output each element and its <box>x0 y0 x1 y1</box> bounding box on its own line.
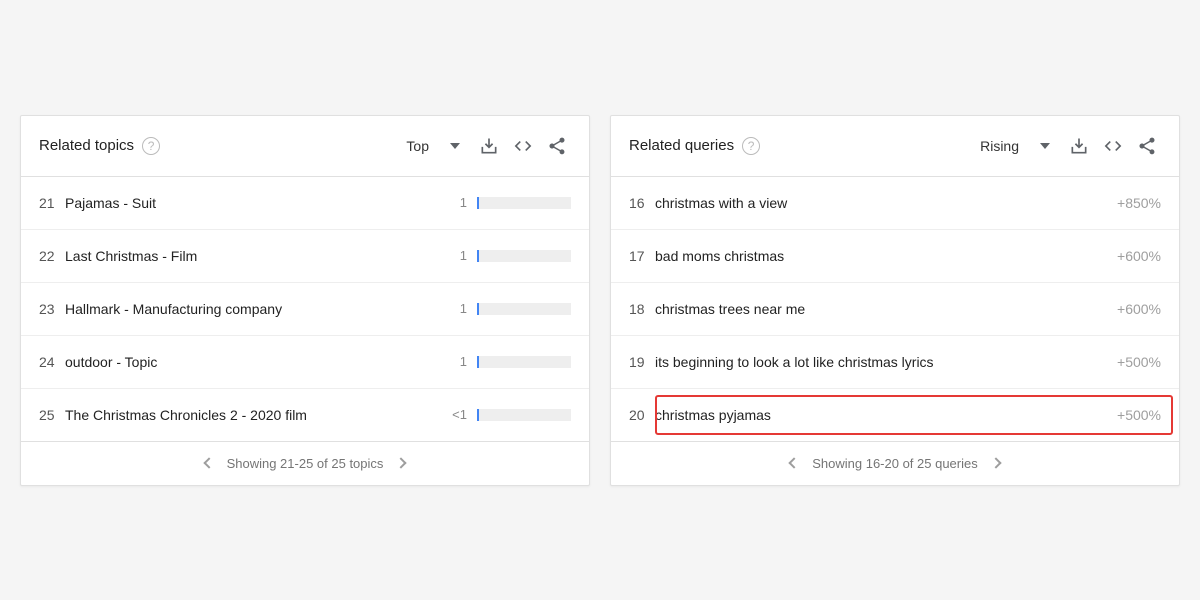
row-label: bad moms christmas <box>655 248 1117 264</box>
row-rank: 17 <box>629 248 655 264</box>
topic-row[interactable]: 24outdoor - Topic1 <box>21 336 589 389</box>
topic-row[interactable]: 25The Christmas Chronicles 2 - 2020 film… <box>21 389 589 441</box>
embed-button[interactable] <box>1099 132 1127 160</box>
next-page-button[interactable] <box>396 457 407 468</box>
topic-row[interactable]: 22Last Christmas - Film1 <box>21 230 589 283</box>
row-rank: 25 <box>39 407 65 423</box>
row-label: christmas with a view <box>655 195 1117 211</box>
share-icon <box>547 136 567 156</box>
next-page-button[interactable] <box>990 457 1001 468</box>
help-icon[interactable]: ? <box>742 137 760 155</box>
query-row[interactable]: 16christmas with a view+850% <box>611 177 1179 230</box>
download-icon <box>1069 136 1089 156</box>
row-label: christmas trees near me <box>655 301 1117 317</box>
row-label: The Christmas Chronicles 2 - 2020 film <box>65 407 452 423</box>
row-rank: 23 <box>39 301 65 317</box>
caret-down-icon <box>1040 143 1050 149</box>
row-rank: 16 <box>629 195 655 211</box>
panel-header: Related topics ? Top <box>21 116 589 177</box>
share-button[interactable] <box>1133 132 1161 160</box>
row-label: Hallmark - Manufacturing company <box>65 301 460 317</box>
row-rank: 22 <box>39 248 65 264</box>
row-rank: 18 <box>629 301 655 317</box>
row-rank: 24 <box>39 354 65 370</box>
related-topics-panel: Related topics ? Top 21Pajamas - Suit122… <box>20 115 590 486</box>
row-percent: +600% <box>1117 301 1161 317</box>
download-icon <box>479 136 499 156</box>
row-bar <box>477 409 571 421</box>
share-button[interactable] <box>543 132 571 160</box>
panel-footer: Showing 21-25 of 25 topics <box>21 441 589 485</box>
row-value: 1 <box>460 195 467 210</box>
row-bar <box>477 250 571 262</box>
pagination-text: Showing 21-25 of 25 topics <box>227 456 384 471</box>
code-icon <box>513 136 533 156</box>
topic-row[interactable]: 21Pajamas - Suit1 <box>21 177 589 230</box>
row-label: Pajamas - Suit <box>65 195 460 211</box>
row-percent: +850% <box>1117 195 1161 211</box>
row-label: christmas pyjamas <box>655 407 1117 423</box>
sort-dropdown[interactable] <box>1031 132 1059 160</box>
download-button[interactable] <box>1065 132 1093 160</box>
query-row[interactable]: 19its beginning to look a lot like chris… <box>611 336 1179 389</box>
row-bar <box>477 303 571 315</box>
embed-button[interactable] <box>509 132 537 160</box>
row-value: 1 <box>460 354 467 369</box>
row-bar <box>477 356 571 368</box>
queries-list: 16christmas with a view+850%17bad moms c… <box>611 177 1179 441</box>
row-percent: +600% <box>1117 248 1161 264</box>
row-value: 1 <box>460 301 467 316</box>
row-rank: 19 <box>629 354 655 370</box>
row-bar <box>477 197 571 209</box>
row-label: its beginning to look a lot like christm… <box>655 354 1117 370</box>
row-label: Last Christmas - Film <box>65 248 460 264</box>
prev-page-button[interactable] <box>203 457 214 468</box>
topic-row[interactable]: 23Hallmark - Manufacturing company1 <box>21 283 589 336</box>
panel-header: Related queries ? Rising <box>611 116 1179 177</box>
panel-title: Related topics <box>39 137 134 154</box>
row-value: 1 <box>460 248 467 263</box>
share-icon <box>1137 136 1157 156</box>
panel-footer: Showing 16-20 of 25 queries <box>611 441 1179 485</box>
query-row[interactable]: 20christmas pyjamas+500% <box>611 389 1179 441</box>
row-rank: 20 <box>629 407 655 423</box>
sort-label: Rising <box>980 138 1019 154</box>
prev-page-button[interactable] <box>789 457 800 468</box>
row-label: outdoor - Topic <box>65 354 460 370</box>
topics-list: 21Pajamas - Suit122Last Christmas - Film… <box>21 177 589 441</box>
row-rank: 21 <box>39 195 65 211</box>
related-queries-panel: Related queries ? Rising 16christmas wit… <box>610 115 1180 486</box>
query-row[interactable]: 18christmas trees near me+600% <box>611 283 1179 336</box>
help-icon[interactable]: ? <box>142 137 160 155</box>
sort-label: Top <box>406 138 429 154</box>
panel-title: Related queries <box>629 137 734 154</box>
row-value: <1 <box>452 407 467 422</box>
code-icon <box>1103 136 1123 156</box>
row-percent: +500% <box>1117 354 1161 370</box>
query-row[interactable]: 17bad moms christmas+600% <box>611 230 1179 283</box>
download-button[interactable] <box>475 132 503 160</box>
row-percent: +500% <box>1117 407 1161 423</box>
caret-down-icon <box>450 143 460 149</box>
pagination-text: Showing 16-20 of 25 queries <box>812 456 978 471</box>
sort-dropdown[interactable] <box>441 132 469 160</box>
